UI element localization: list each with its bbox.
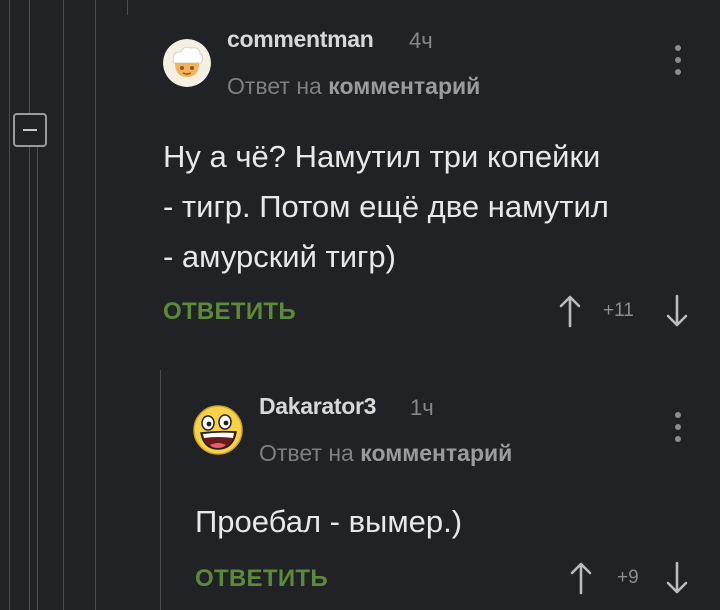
reply-to-prefix: Ответ на <box>227 73 322 99</box>
thread-line <box>37 147 38 610</box>
thread-line <box>63 0 64 610</box>
comment-text-line: Проебал - вымер.) <box>195 504 463 539</box>
collapse-thread-button[interactable] <box>13 113 47 147</box>
vote-score: +9 <box>617 567 639 588</box>
comment-author[interactable]: commentman <box>227 26 374 53</box>
comment-text: Проебал - вымер.) <box>195 497 462 547</box>
avatar[interactable] <box>193 405 243 455</box>
reply-to-info: Ответ на комментарий <box>227 73 480 100</box>
reply-button[interactable]: ОТВЕТИТЬ <box>195 565 328 593</box>
reply-button[interactable]: ОТВЕТИТЬ <box>163 298 296 326</box>
thread-line <box>160 370 161 610</box>
avatar[interactable] <box>163 39 211 87</box>
comment-text-line: - амурский тигр) <box>163 239 396 274</box>
reply-to-link[interactable]: комментарий <box>360 440 512 466</box>
comment-time: 1ч <box>410 395 434 420</box>
thread-line <box>9 0 10 610</box>
more-options-icon[interactable] <box>668 410 688 446</box>
awesome-face-avatar-icon <box>193 405 243 455</box>
reply-to-link[interactable]: комментарий <box>328 73 480 99</box>
vote-score: +11 <box>603 300 634 321</box>
comment-text-line: - тигр. Потом ещё две намутил <box>163 189 609 224</box>
comment-time: 4ч <box>409 28 433 53</box>
chef-avatar-icon <box>163 39 211 87</box>
reply-to-prefix: Ответ на <box>259 440 354 466</box>
more-options-icon[interactable] <box>668 43 688 79</box>
upvote-arrow-icon[interactable] <box>558 294 582 328</box>
reply-to-info: Ответ на комментарий <box>259 440 512 467</box>
thread-line <box>29 147 30 610</box>
thread-line <box>29 0 30 113</box>
comment-text-line: Ну а чё? Намутил три копейки <box>163 139 601 174</box>
downvote-arrow-icon[interactable] <box>665 294 689 328</box>
comment-author[interactable]: Dakarator3 <box>259 393 376 420</box>
thread-line <box>127 0 128 15</box>
downvote-arrow-icon[interactable] <box>665 561 689 595</box>
thread-line <box>95 0 96 610</box>
comment-text: Ну а чё? Намутил три копейки - тигр. Пот… <box>163 132 609 282</box>
upvote-arrow-icon[interactable] <box>569 561 593 595</box>
